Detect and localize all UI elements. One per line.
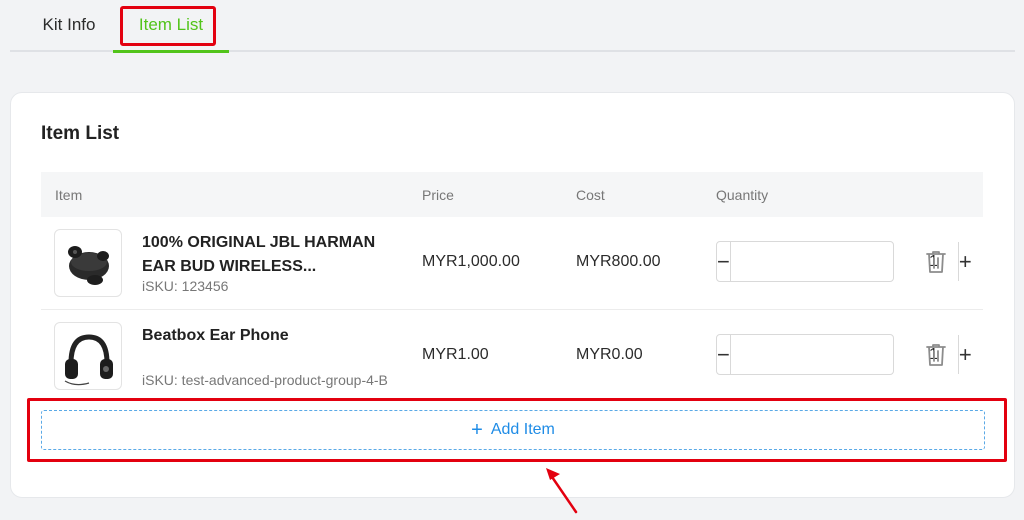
tab-kit-info[interactable]: Kit Info <box>24 0 114 52</box>
item-cost: MYR800.00 <box>576 253 661 270</box>
plus-icon[interactable]: + <box>957 242 972 281</box>
table-header: Item Price Cost Quantity <box>41 172 983 217</box>
item-cost: MYR0.00 <box>576 346 643 363</box>
item-name: Beatbox Ear Phone <box>142 327 289 344</box>
trash-icon[interactable] <box>924 249 948 275</box>
table-row: 100% ORIGINAL JBL HARMAN EAR BUD WIRELES… <box>41 217 983 310</box>
col-quantity: Quantity <box>716 187 769 203</box>
card-title: Item List <box>41 123 120 144</box>
item-table: Item Price Cost Quantity 100% ORIGINAL J… <box>41 172 983 403</box>
col-price: Price <box>422 187 454 203</box>
quantity-stepper: − + <box>716 241 972 282</box>
col-item: Item <box>55 187 83 203</box>
minus-icon[interactable]: − <box>717 242 731 281</box>
headphones-image <box>54 322 122 390</box>
add-item-button[interactable]: + Add Item <box>41 410 985 450</box>
item-price: MYR1,000.00 <box>422 253 520 270</box>
col-cost: Cost <box>576 187 605 203</box>
tab-bar: Kit Info Item List <box>10 0 1015 53</box>
earbuds-image <box>54 229 122 297</box>
add-item-label: Add Item <box>490 421 555 438</box>
plus-icon: + <box>471 419 483 441</box>
tab-item-list[interactable]: Item List <box>113 0 229 53</box>
annotation-arrow-icon <box>546 468 578 514</box>
trash-icon[interactable] <box>924 342 948 368</box>
quantity-stepper: − + <box>716 334 972 375</box>
table-row: Beatbox Ear Phone iSKU: test-advanced-pr… <box>41 310 983 403</box>
minus-icon[interactable]: − <box>717 335 731 374</box>
item-list-card: Item List Item Price Cost Quantity 100% … <box>10 92 1015 498</box>
plus-icon[interactable]: + <box>957 335 972 374</box>
item-sku: iSKU: 123456 <box>142 278 229 294</box>
item-name: 100% ORIGINAL JBL HARMAN EAR BUD WIRELES… <box>142 234 376 275</box>
item-sku: iSKU: test-advanced-product-group-4-B <box>142 372 388 388</box>
item-price: MYR1.00 <box>422 346 489 363</box>
